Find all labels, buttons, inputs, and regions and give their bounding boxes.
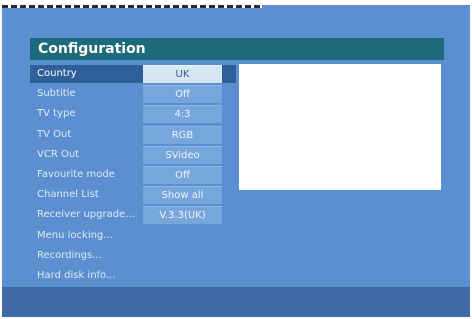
menu-item-label: Recordings... bbox=[37, 249, 102, 261]
menu-item-label: Subtitle bbox=[37, 88, 76, 100]
menu-item-value[interactable]: Show all bbox=[143, 186, 222, 205]
menu-item-tv-out[interactable]: TV Out RGB bbox=[30, 125, 236, 145]
menu-item-favourite-mode[interactable]: Favourite mode Off bbox=[30, 165, 236, 185]
menu-item-country[interactable]: Country UK bbox=[30, 64, 236, 84]
title-bar: Configuration bbox=[30, 38, 444, 60]
menu-item-value[interactable]: SVideo bbox=[143, 145, 222, 164]
tv-screen: Configuration Country UK Subtitle Off TV… bbox=[2, 5, 470, 317]
menu-item-label: Receiver upgrade... bbox=[37, 209, 135, 221]
menu-item-label: Channel List bbox=[37, 189, 99, 201]
menu-item-menu-locking[interactable]: Menu locking... bbox=[30, 226, 236, 246]
menu-item-value[interactable]: V.3.3(UK) bbox=[143, 206, 222, 225]
menu-item-value[interactable]: 4:3 bbox=[143, 105, 222, 124]
top-decoration-strip bbox=[2, 5, 262, 8]
menu-item-recordings[interactable]: Recordings... bbox=[30, 246, 236, 266]
menu-item-value[interactable]: Off bbox=[143, 85, 222, 104]
menu-item-label: TV Out bbox=[37, 128, 72, 140]
preview-panel bbox=[239, 64, 441, 190]
menu-item-subtitle[interactable]: Subtitle Off bbox=[30, 84, 236, 104]
page-title: Configuration bbox=[38, 41, 146, 57]
menu-item-value[interactable]: Off bbox=[143, 165, 222, 184]
menu-item-channel-list[interactable]: Channel List Show all bbox=[30, 185, 236, 205]
menu-item-label: TV type bbox=[37, 108, 76, 120]
menu-item-value[interactable]: UK bbox=[143, 65, 222, 83]
menu-item-value[interactable]: RGB bbox=[143, 125, 222, 144]
menu-item-label: Favourite mode bbox=[37, 168, 115, 180]
menu-item-receiver-upgrade[interactable]: Receiver upgrade... V.3.3(UK) bbox=[30, 205, 236, 225]
menu-item-label: VCR Out bbox=[37, 148, 80, 160]
menu-item-label: Hard disk info... bbox=[37, 269, 116, 281]
bottom-bar bbox=[2, 287, 470, 317]
menu-item-tv-type[interactable]: TV type 4:3 bbox=[30, 104, 236, 124]
menu-item-vcr-out[interactable]: VCR Out SVideo bbox=[30, 145, 236, 165]
menu-item-label: Menu locking... bbox=[37, 229, 113, 241]
menu-item-label: Country bbox=[37, 68, 77, 79]
menu-item-hard-disk-info[interactable]: Hard disk info... bbox=[30, 266, 236, 286]
configuration-menu: Country UK Subtitle Off TV type 4:3 TV O… bbox=[30, 64, 236, 286]
